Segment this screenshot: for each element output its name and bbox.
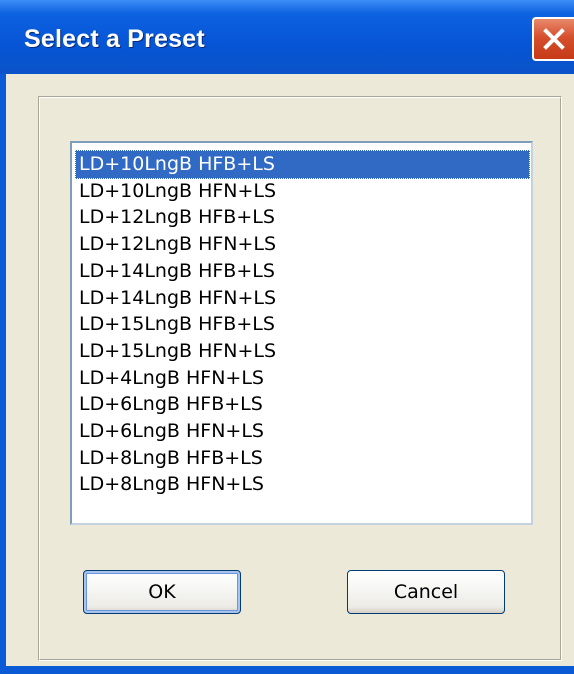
preset-listbox[interactable]: LD+10LngB HFB+LS LD+10LngB HFN+LS LD+12Lng… [70,141,533,525]
preset-list-item[interactable]: LD+15LngB HFN+LS [75,337,530,366]
preset-list-item[interactable]: LD+8LngB HFN+LS [75,470,530,499]
preset-list-item[interactable]: LD+15LngB HFB+LS [75,310,530,339]
preset-list-item[interactable]: LD+4LngB HFN+LS [75,364,530,393]
preset-list-item[interactable]: LD+10LngB HFB+LS [75,150,530,179]
preset-list-item[interactable]: LD+12LngB HFB+LS [75,203,530,232]
preset-list-item[interactable]: LD+8LngB HFB+LS [75,444,530,473]
cancel-button[interactable]: Cancel [347,570,505,614]
close-button[interactable] [532,17,574,61]
preset-list-item[interactable]: LD+12LngB HFN+LS [75,230,530,259]
preset-list-item[interactable]: LD+6LngB HFB+LS [75,390,530,419]
dialog-body: LD+10LngB HFB+LS LD+10LngB HFN+LS LD+12Lng… [6,74,574,666]
ok-button[interactable]: OK [83,570,241,614]
preset-dialog: Select a Preset LD+10LngB HFB+LS LD+10Lng… [0,0,574,674]
preset-list-item[interactable]: LD+14LngB HFB+LS [75,257,530,286]
dialog-title: Select a Preset [24,25,205,53]
title-bar[interactable]: Select a Preset [0,0,574,74]
preset-list-item[interactable]: LD+14LngB HFN+LS [75,284,530,313]
preset-list-item[interactable]: LD+6LngB HFN+LS [75,417,530,446]
preset-list-item[interactable]: LD+10LngB HFN+LS [75,177,530,206]
close-icon [541,26,567,52]
